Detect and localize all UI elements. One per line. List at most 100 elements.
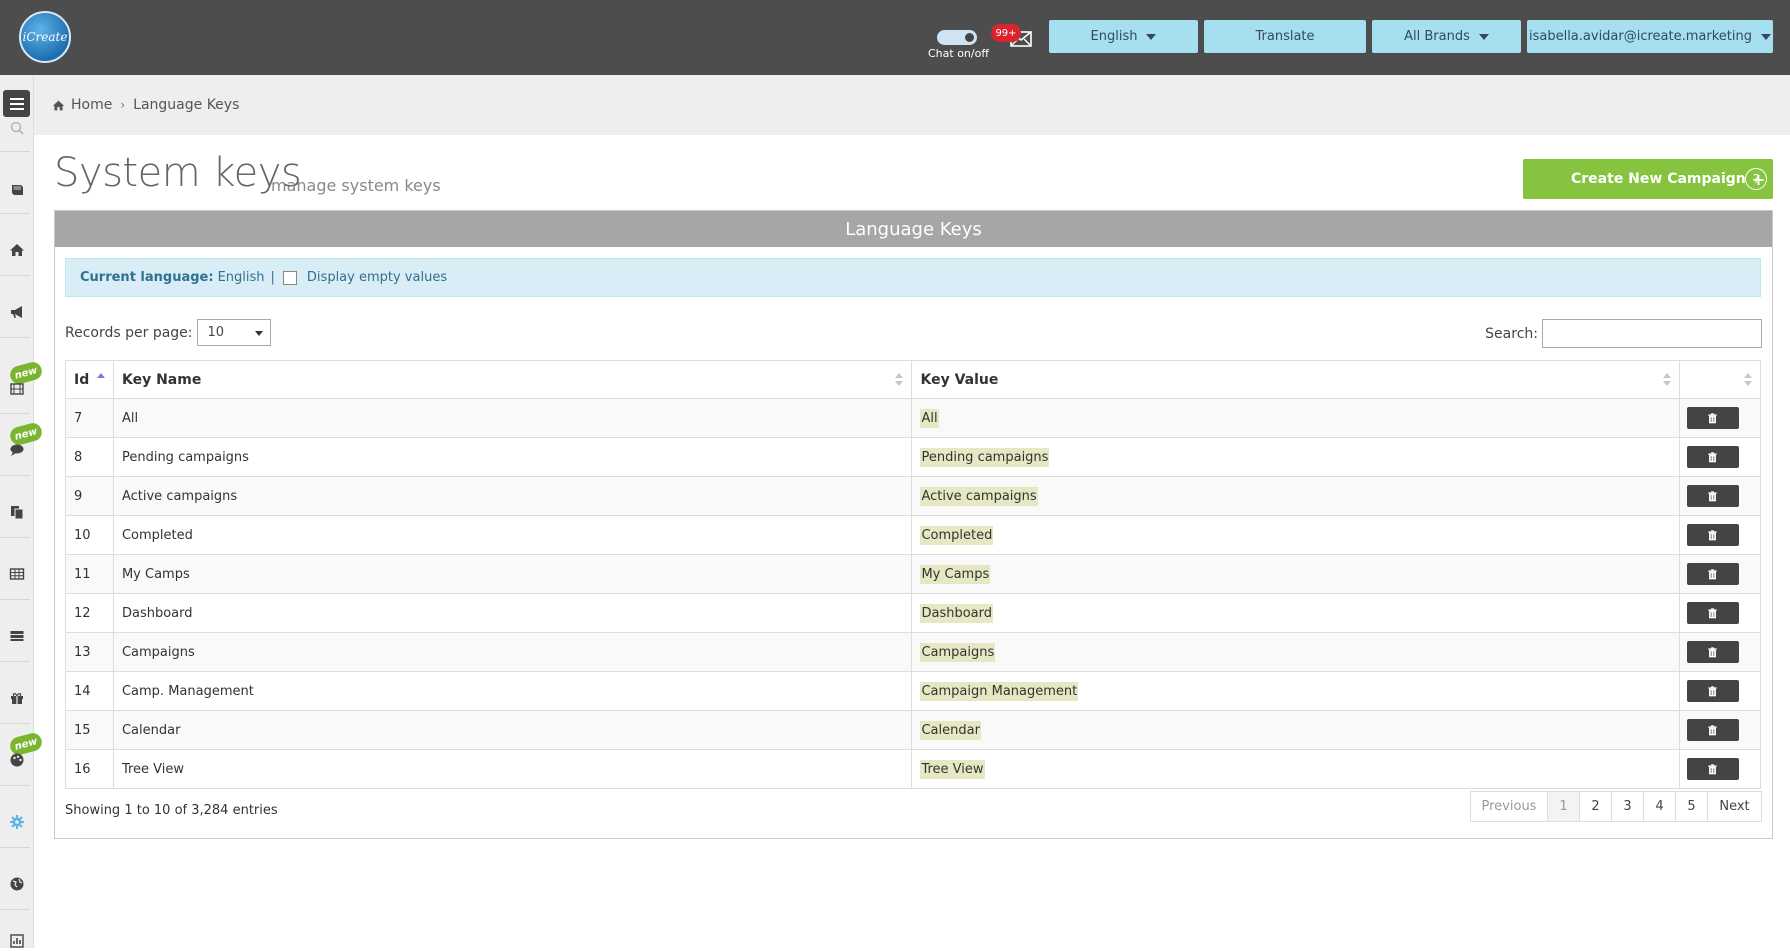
cell-key-name: Campaigns — [112, 632, 913, 672]
cell-id: 12 — [65, 593, 114, 633]
key-value-text[interactable]: All — [920, 408, 939, 428]
sidebar-item-table[interactable] — [0, 559, 34, 589]
key-value-text[interactable]: Campaign Management — [920, 681, 1079, 701]
cell-actions — [1678, 632, 1762, 672]
chat-toggle[interactable]: Chat on/off — [928, 30, 989, 60]
table-icon — [9, 568, 25, 580]
delete-button[interactable] — [1686, 602, 1739, 624]
help-icon[interactable]: ? — [1745, 168, 1767, 190]
cell-key-value[interactable]: Completed — [911, 515, 1680, 555]
sort-icon — [895, 373, 904, 387]
cell-key-value[interactable]: My Camps — [911, 554, 1680, 594]
cell-key-value[interactable]: Tree View — [911, 749, 1680, 789]
table-row: 10 Completed Completed — [65, 515, 1762, 555]
caret-down-icon — [1146, 33, 1157, 40]
pager-page[interactable]: 5 — [1675, 791, 1708, 822]
user-dropdown[interactable]: isabella.avidar@icreate.marketing — [1527, 20, 1773, 53]
delete-button[interactable] — [1686, 758, 1739, 780]
sidebar-item-chart[interactable] — [0, 931, 34, 951]
sort-icon — [1662, 373, 1671, 387]
cell-key-value[interactable]: Dashboard — [911, 593, 1680, 633]
sidebar-search[interactable] — [0, 113, 34, 143]
sidebar-item-gift[interactable] — [0, 683, 34, 713]
records-per-page-select[interactable]: 10 — [196, 319, 271, 346]
table-row: 12 Dashboard Dashboard — [65, 593, 1762, 633]
table-row: 9 Active campaigns Active campaigns — [65, 476, 1762, 516]
sidebar-item-list[interactable] — [0, 621, 34, 651]
trash-icon — [1708, 763, 1718, 774]
create-campaign-button[interactable]: Create New Campaign + ? — [1523, 159, 1773, 199]
trash-icon — [1708, 412, 1718, 423]
cell-id: 7 — [65, 398, 114, 438]
delete-button[interactable] — [1686, 563, 1739, 585]
current-language-label: Current language: — [80, 270, 214, 285]
cell-key-value[interactable]: Calendar — [911, 710, 1680, 750]
cell-key-value[interactable]: Pending campaigns — [911, 437, 1680, 477]
delete-button[interactable] — [1686, 485, 1739, 507]
current-language-value: English — [217, 270, 265, 285]
column-header-actions[interactable] — [1678, 360, 1762, 399]
translate-button[interactable]: Translate — [1204, 20, 1366, 53]
pagination: Previous 1 2 3 4 5 Next — [1470, 791, 1762, 822]
user-email: isabella.avidar@icreate.marketing — [1528, 29, 1752, 44]
breadcrumb-home-link[interactable]: Home — [71, 97, 112, 113]
pager-next[interactable]: Next — [1707, 791, 1762, 822]
key-value-text[interactable]: Tree View — [920, 759, 985, 779]
sidebar-item-chat[interactable] — [0, 435, 34, 465]
delete-button[interactable] — [1686, 446, 1739, 468]
cell-key-value[interactable]: Active campaigns — [911, 476, 1680, 516]
display-empty-checkbox[interactable] — [282, 270, 297, 285]
delete-button[interactable] — [1686, 524, 1739, 546]
column-header-id[interactable]: Id — [65, 360, 114, 399]
language-dropdown[interactable]: English — [1049, 20, 1198, 53]
delete-button[interactable] — [1686, 407, 1739, 429]
sidebar-item-book[interactable] — [0, 175, 34, 205]
language-label: English — [1090, 29, 1138, 44]
app-logo[interactable]: iCreate — [19, 11, 71, 63]
trash-icon — [1708, 724, 1718, 735]
trash-icon — [1708, 529, 1718, 540]
column-header-key-value[interactable]: Key Value — [911, 360, 1680, 399]
key-value-text[interactable]: Campaigns — [920, 642, 996, 662]
key-value-text[interactable]: Pending campaigns — [920, 447, 1050, 467]
create-campaign-label: Create New Campaign — [1571, 171, 1746, 187]
pager-page[interactable]: 4 — [1643, 791, 1676, 822]
cell-key-name: My Camps — [112, 554, 913, 594]
sidebar-item-copy[interactable] — [0, 497, 34, 527]
delete-button[interactable] — [1686, 641, 1739, 663]
chat-switch[interactable] — [937, 30, 977, 45]
cell-key-value[interactable]: All — [911, 398, 1680, 438]
globe-icon — [10, 877, 24, 891]
delete-button[interactable] — [1686, 719, 1739, 741]
chart-icon — [10, 934, 24, 948]
sidebar-item-home[interactable] — [0, 235, 34, 265]
cell-id: 15 — [65, 710, 114, 750]
key-value-text[interactable]: Active campaigns — [920, 486, 1038, 506]
search-input[interactable] — [1542, 319, 1762, 348]
sidebar-item-settings[interactable] — [0, 807, 34, 837]
sidebar-item-globe[interactable] — [0, 869, 34, 899]
pager-page[interactable]: 2 — [1579, 791, 1612, 822]
sidebar-item-palette[interactable] — [0, 745, 34, 775]
key-value-text[interactable]: Dashboard — [920, 603, 993, 623]
key-value-text[interactable]: Completed — [920, 525, 994, 545]
pager-previous[interactable]: Previous — [1470, 791, 1548, 822]
cell-key-value[interactable]: Campaigns — [911, 632, 1680, 672]
key-value-text[interactable]: Calendar — [920, 720, 981, 740]
cell-key-value[interactable]: Campaign Management — [911, 671, 1680, 711]
delete-button[interactable] — [1686, 680, 1739, 702]
column-id-label: Id — [74, 371, 90, 388]
sidebar-item-film[interactable] — [0, 374, 34, 404]
chat-label: Chat on/off — [928, 47, 989, 60]
cell-actions — [1678, 398, 1762, 438]
sidebar-item-campaigns[interactable] — [0, 297, 34, 327]
brands-dropdown[interactable]: All Brands — [1372, 20, 1521, 53]
key-value-text[interactable]: My Camps — [920, 564, 991, 584]
pager-page[interactable]: 3 — [1611, 791, 1644, 822]
pager-page[interactable]: 1 — [1547, 791, 1580, 822]
language-info-bar: Current language: English | Display empt… — [65, 258, 1761, 297]
cell-key-name: All — [112, 398, 913, 438]
column-header-key-name[interactable]: Key Name — [112, 360, 913, 399]
trash-icon — [1708, 568, 1718, 579]
cell-key-name: Completed — [112, 515, 913, 555]
